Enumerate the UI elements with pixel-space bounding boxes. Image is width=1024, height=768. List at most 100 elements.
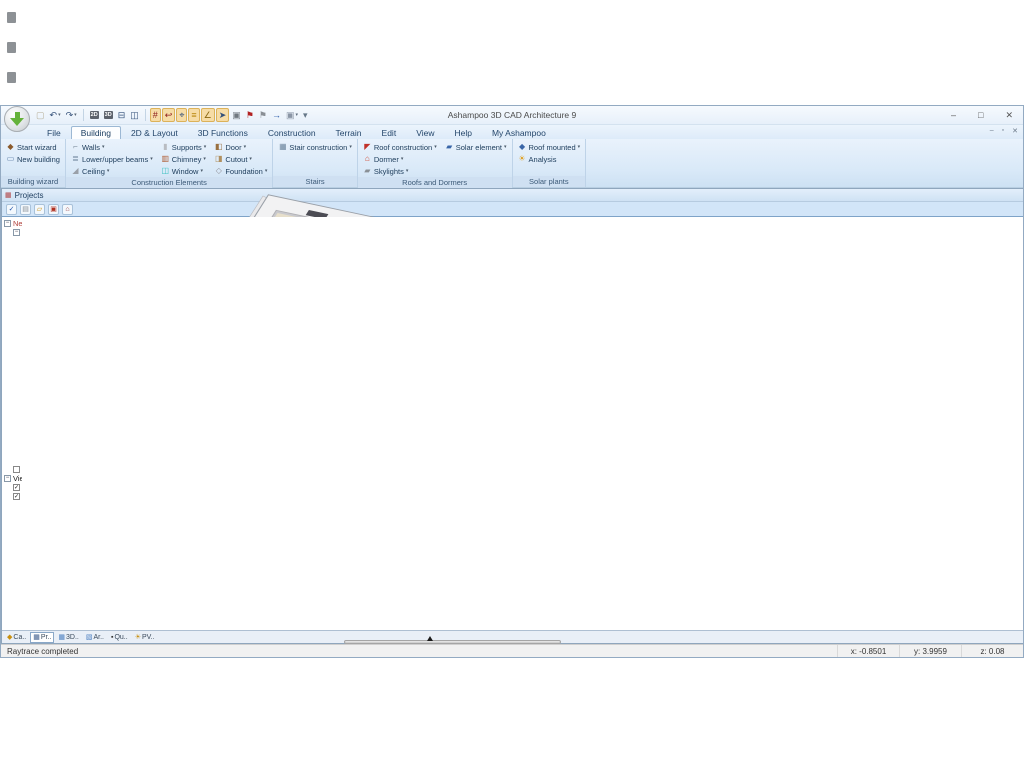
tab-view[interactable]: View	[406, 126, 444, 139]
foundation-button[interactable]: ◇ Foundation ▾	[212, 165, 269, 177]
ribbon-group-solar-plants: ◆ Roof mounted ▾ ☀ Analysis Solar plants	[512, 139, 587, 187]
dropdown-caret-icon: ▾	[203, 144, 207, 150]
supports-button[interactable]: ▮ Supports ▾	[159, 141, 209, 153]
flag-red-button[interactable]: ⚑	[244, 108, 256, 122]
cutout-button[interactable]: ◨ Cutout ▾	[212, 153, 269, 165]
lower-upper-beams-button[interactable]: ≣ Lower/upper beams ▾	[69, 153, 155, 165]
walls-button[interactable]: ⌐ Walls ▾	[69, 141, 155, 153]
tab-edit[interactable]: Edit	[372, 126, 407, 139]
desktop-icon	[7, 72, 16, 83]
tab-help[interactable]: Help	[444, 126, 481, 139]
roof-mounted-icon: ◆	[518, 142, 526, 151]
angle-measure-button[interactable]: ∠	[200, 108, 215, 122]
application-menu-button[interactable]	[4, 106, 30, 132]
split-vertical-button[interactable]: ◫	[128, 108, 141, 122]
minimize-button[interactable]: –	[951, 110, 956, 120]
dropdown-caret-icon: ▾	[295, 112, 298, 118]
door-icon: ◧	[215, 142, 223, 151]
redo-button[interactable]: ↷ ▾	[64, 108, 79, 122]
dormer-button[interactable]: ⌂ Dormer ▾	[361, 153, 439, 165]
3d-view-button[interactable]: 3D	[102, 108, 115, 122]
3d-view-icon: 3D	[103, 111, 113, 119]
snap-button[interactable]: ↩	[161, 108, 176, 122]
select-cursor-button[interactable]: ➤	[215, 108, 230, 122]
tab-terrain[interactable]: Terrain	[326, 126, 372, 139]
arrow-blue-button[interactable]: →	[270, 108, 283, 122]
chimney-icon: ▥	[161, 154, 170, 163]
flag-red-icon: ⚑	[245, 110, 254, 120]
new-file-button[interactable]: ▢	[34, 108, 47, 122]
supports-icon: ▮	[163, 142, 168, 151]
skylights-button[interactable]: ▰ Skylights ▾	[361, 165, 439, 177]
new-building-icon: ▭	[6, 154, 15, 163]
analysis-button[interactable]: ☀ Analysis	[516, 153, 583, 165]
solar-element-button[interactable]: ▰ Solar element ▾	[443, 141, 509, 153]
ceiling-button[interactable]: ◢ Ceiling ▾	[69, 165, 155, 177]
dropdown-caret-icon: ▾	[102, 144, 105, 150]
foundation-icon: ◇	[215, 166, 222, 175]
desktop-icon	[7, 42, 16, 53]
flag-gray-button[interactable]: ⚑	[257, 108, 269, 122]
screen: { "titlebar": { "title": "Ashampoo 3D CA…	[0, 0, 1024, 768]
wizard-hat-icon: ◆	[7, 142, 14, 151]
roof-mounted-button[interactable]: ◆ Roof mounted ▾	[516, 141, 583, 153]
slider-handle-icon[interactable]	[427, 636, 433, 641]
tab-2d-layout[interactable]: 2D & Layout	[121, 126, 188, 139]
grid-button[interactable]: #	[149, 108, 161, 122]
coordinate-readout: x: -0.8501 y: 3.9959 z: 0.08	[837, 645, 1023, 657]
new-building-button[interactable]: ▭ New building	[4, 153, 62, 165]
ribbon: ◆ Start wizard ▭ New building Building wizar…	[1, 139, 1023, 188]
ceiling-icon: ◢	[72, 166, 79, 175]
copy-button[interactable]: ▣ ▾	[284, 108, 300, 122]
projects-panel: ▦ Projects ▣ ✓▤▱▣⌂ −New Project−✓⌂Buildi…	[1, 188, 1023, 644]
dropdown-caret-icon: ▾	[349, 144, 352, 150]
project-tree: −New Project−✓⌂Building 1−◉Underground c…	[2, 217, 1023, 630]
view-slider[interactable]	[344, 636, 561, 644]
cascade-windows-button[interactable]: ▣	[230, 108, 243, 122]
window-button[interactable]: ◫ Window ▾	[159, 165, 209, 177]
ribbon-group-stairs: ▦ Stair construction ▾ Stairs	[273, 139, 358, 187]
select-cursor-icon: ➤	[218, 110, 227, 120]
overflow-icon: ▾	[303, 110, 308, 120]
start-wizard-button[interactable]: ◆ Start wizard	[4, 141, 62, 153]
status-message: Raytrace completed	[7, 646, 79, 656]
walls-icon: ⌐	[73, 142, 78, 151]
tab-3d-functions[interactable]: 3D Functions	[188, 126, 258, 139]
window-controls: – □ ✕	[951, 110, 1023, 121]
tab-construction[interactable]: Construction	[258, 126, 326, 139]
undo-icon: ↶	[49, 110, 58, 120]
arrow-blue-icon: →	[271, 110, 281, 120]
mdi-close-button[interactable]: ✕	[1012, 127, 1018, 135]
group-label: Solar plants	[512, 176, 586, 187]
tree-item-environment[interactable]: ▤Environment	[2, 217, 1023, 630]
2d-view-button[interactable]: 2D	[88, 108, 101, 122]
mdi-minimize-button[interactable]: –	[990, 127, 994, 135]
chimney-button[interactable]: ▥ Chimney ▾	[159, 153, 209, 165]
dropdown-caret-icon: ▾	[434, 144, 437, 150]
undo-button[interactable]: ↶ ▾	[48, 108, 63, 122]
dropdown-caret-icon: ▾	[150, 156, 153, 162]
coord-cell: z: 0.08	[961, 645, 1023, 657]
new-file-icon: ▢	[36, 110, 45, 120]
tab-building[interactable]: Building	[70, 126, 121, 139]
parallel-walls-button[interactable]: ≡	[188, 108, 200, 122]
maximize-button[interactable]: □	[978, 110, 983, 120]
mdi-restore-button[interactable]: ▫	[1002, 127, 1004, 135]
roof-construction-button[interactable]: ◤ Roof construction ▾	[361, 141, 439, 153]
tab-file[interactable]: File	[37, 126, 71, 139]
page-icon: ▤	[22, 217, 1023, 630]
overflow-button[interactable]: ▾	[301, 108, 310, 122]
solar-element-icon: ▰	[446, 142, 453, 151]
copy-icon: ▣	[285, 110, 295, 120]
split-horizontal-button[interactable]: ⊟	[116, 108, 128, 122]
dropdown-caret-icon: ▾	[74, 112, 77, 118]
stair-construction-button[interactable]: ▦ Stair construction ▾	[276, 141, 353, 153]
door-button[interactable]: ◧ Door ▾	[212, 141, 269, 153]
roof-construction-icon: ◤	[364, 142, 371, 151]
close-button[interactable]: ✕	[1005, 110, 1013, 121]
parallel-walls-icon: ≡	[191, 110, 197, 120]
quick-access-toolbar: ▢ ↶ ▾ ↷ ▾ 2D 3D ⊟ ◫ # ↩ ⌖ ≡ ∠ ➤ ▣ ⚑ ⚑ → ▣ ▾ ▾	[34, 108, 310, 122]
tab-my-ashampoo[interactable]: My Ashampoo	[482, 126, 556, 139]
dropdown-caret-icon: ▾	[58, 112, 61, 118]
crosshair-button[interactable]: ⌖	[176, 108, 188, 122]
